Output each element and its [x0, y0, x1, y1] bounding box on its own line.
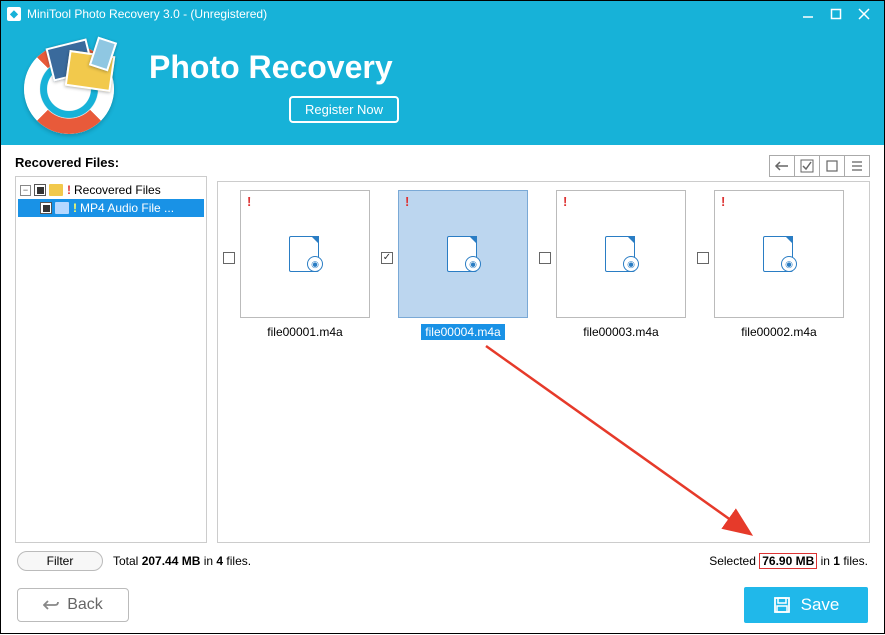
file-icon: ◉	[605, 234, 637, 274]
nav-back-button[interactable]	[769, 155, 795, 177]
view-large-button[interactable]	[819, 155, 845, 177]
save-icon	[773, 596, 791, 614]
thumbnail-filename: file00003.m4a	[579, 324, 662, 340]
thumbnail-filename: file00004.m4a	[421, 324, 504, 340]
thumbnail-item[interactable]: !◉file00004.m4a	[384, 190, 542, 340]
thumbnail-filename: file00001.m4a	[263, 324, 346, 340]
save-button-label: Save	[801, 595, 840, 615]
close-button[interactable]	[850, 1, 878, 27]
check-all-button[interactable]	[794, 155, 820, 177]
warning-icon: !	[405, 194, 409, 209]
tree-child-mp4[interactable]: ! MP4 Audio File ...	[18, 199, 204, 217]
maximize-button[interactable]	[822, 1, 850, 27]
thumbnail[interactable]: !◉	[398, 190, 528, 318]
thumbnail-checkbox[interactable]	[539, 252, 551, 264]
thumbnail-checkbox[interactable]	[381, 252, 393, 264]
tree-root[interactable]: − ! Recovered Files	[18, 181, 204, 199]
warning-icon: !	[563, 194, 567, 209]
thumbnail[interactable]: !◉	[714, 190, 844, 318]
header: Photo Recovery Register Now	[1, 27, 884, 145]
folder-icon	[55, 202, 69, 214]
view-list-button[interactable]	[844, 155, 870, 177]
folder-icon	[49, 184, 63, 196]
header-title: Photo Recovery	[149, 49, 393, 86]
thumbnail-item[interactable]: !◉file00001.m4a	[226, 190, 384, 340]
thumbnail[interactable]: !◉	[556, 190, 686, 318]
window-title: MiniTool Photo Recovery 3.0 - (Unregiste…	[27, 7, 267, 21]
selected-size-highlight: 76.90 MB	[759, 553, 817, 569]
view-toolbar	[217, 155, 870, 177]
thumbnail-checkbox[interactable]	[223, 252, 235, 264]
status-bar: Filter Total 207.44 MB in 4 files. Selec…	[1, 543, 884, 579]
back-button-label: Back	[67, 596, 103, 614]
warning-icon: !	[247, 194, 251, 209]
back-button[interactable]: Back	[17, 588, 129, 622]
thumbnail-item[interactable]: !◉file00002.m4a	[700, 190, 858, 340]
app-logo	[19, 39, 129, 134]
register-button[interactable]: Register Now	[289, 96, 399, 123]
thumbnail-item[interactable]: !◉file00003.m4a	[542, 190, 700, 340]
app-icon: ◆	[7, 7, 21, 21]
warning-icon: !	[721, 194, 725, 209]
titlebar: ◆ MiniTool Photo Recovery 3.0 - (Unregis…	[1, 1, 884, 27]
file-tree[interactable]: − ! Recovered Files ! MP4 Audio File ...	[15, 176, 207, 543]
thumbnail-filename: file00002.m4a	[737, 324, 820, 340]
thumbnail-checkbox[interactable]	[697, 252, 709, 264]
thumbnail-grid: !◉file00001.m4a!◉file00004.m4a!◉file0000…	[217, 181, 870, 543]
thumbnail[interactable]: !◉	[240, 190, 370, 318]
warning-icon: !	[73, 201, 77, 215]
recovered-files-label: Recovered Files:	[15, 155, 207, 170]
selected-status: Selected 76.90 MB in 1 files.	[709, 554, 868, 568]
tree-child-label: MP4 Audio File ...	[80, 201, 174, 215]
file-icon: ◉	[447, 234, 479, 274]
file-icon: ◉	[763, 234, 795, 274]
minimize-button[interactable]	[794, 1, 822, 27]
file-icon: ◉	[289, 234, 321, 274]
undo-icon	[43, 598, 59, 612]
save-button[interactable]: Save	[744, 587, 868, 623]
collapse-icon[interactable]: −	[20, 185, 31, 196]
tree-checkbox[interactable]	[34, 184, 46, 196]
filter-button[interactable]: Filter	[17, 551, 103, 571]
tree-root-label: Recovered Files	[74, 183, 161, 197]
warning-icon: !	[67, 183, 71, 197]
total-status: Total 207.44 MB in 4 files.	[113, 554, 251, 568]
tree-checkbox[interactable]	[40, 202, 52, 214]
